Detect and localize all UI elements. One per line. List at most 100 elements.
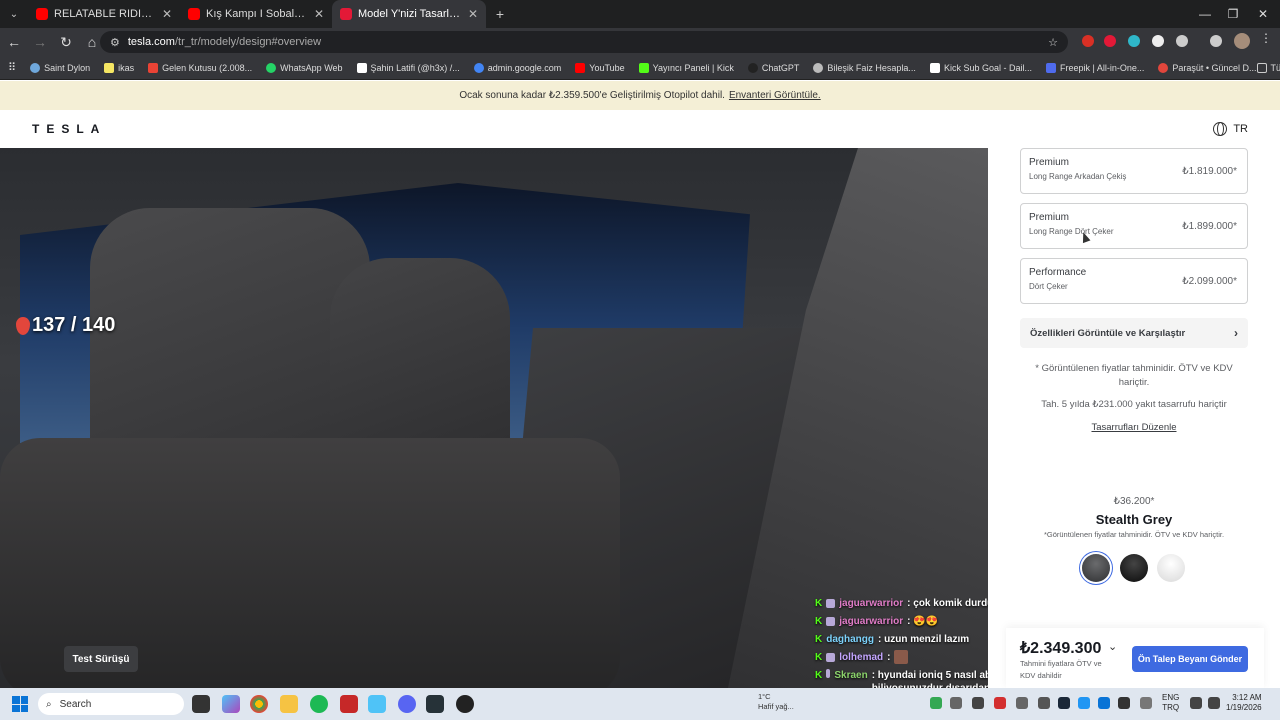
windows-start-icon[interactable] [12,696,28,712]
terminal-icon[interactable] [426,695,444,713]
close-icon[interactable]: ✕ [314,7,324,21]
chevron-up-icon[interactable] [1140,697,1152,709]
tray-icon[interactable] [1098,697,1110,709]
volume-icon[interactable] [1208,697,1220,709]
bookmark-item[interactable]: ChatGPT [747,62,799,73]
all-bookmarks[interactable]: Tüm Yer İşaretleri [1256,62,1280,73]
copilot-icon[interactable] [222,695,240,713]
chevron-down-icon[interactable]: ⌄ [1108,640,1117,653]
color-swatch-white[interactable] [1157,554,1185,582]
test-drive-button[interactable]: Test Sürüşü [64,646,138,672]
reload-icon[interactable]: ↻ [54,30,78,54]
reading-list-icon[interactable] [1210,35,1222,47]
bookmark-item[interactable]: YouTube [575,62,625,73]
close-icon[interactable]: ✕ [468,7,478,21]
total-price[interactable]: ₺2.349.300 [1020,638,1101,658]
close-icon[interactable]: ✕ [162,7,172,21]
site-info-icon[interactable]: ⚙ [110,36,120,49]
stream-counter: 137 / 140 [16,314,115,337]
back-icon[interactable]: ← [2,30,26,54]
chat-username: lolhemad [839,651,884,663]
color-swatch-stealth-grey[interactable] [1082,554,1110,582]
tray-icon[interactable] [1038,697,1050,709]
apps-icon[interactable]: ⠿ [8,61,16,74]
trim-option[interactable]: Premium Long Range Arkadan Çekiş ₺1.819.… [1020,148,1248,194]
trim-option[interactable]: Premium Long Range Dört Çeker ₺1.899.000… [1020,203,1248,249]
tray-icon[interactable] [1078,697,1090,709]
bookmark-item[interactable]: Bileşik Faiz Hesapla... [813,62,916,73]
bookmark-item[interactable]: Saint Dylon [30,62,90,73]
clock[interactable]: 3:12 AM 1/19/2026 [1226,693,1262,713]
extensions-puzzle-icon[interactable] [1176,35,1188,47]
task-view-icon[interactable] [192,695,210,713]
bookmark-label: WhatsApp Web [280,62,343,73]
edit-savings-link[interactable]: Tasarrufları Düzenle [1020,422,1248,433]
forward-icon[interactable]: → [28,30,52,54]
menu-icon[interactable]: ⋮ [1256,31,1276,51]
trim-option[interactable]: Performance Dört Çeker ₺2.099.000* [1020,258,1248,304]
obs-icon[interactable] [456,695,474,713]
language-selector[interactable]: TR [1213,122,1248,136]
chrome-icon[interactable] [250,695,268,713]
tray-icon[interactable] [930,697,942,709]
order-button[interactable]: Ön Talep Beyanı Gönder [1132,646,1248,672]
sub-badge-icon [826,598,836,608]
lang-line2: TRQ [1162,703,1180,712]
location-pin-icon [16,316,30,335]
window-close-icon[interactable]: ✕ [1246,0,1280,28]
tray-icon[interactable] [1016,697,1028,709]
app-icon[interactable] [340,695,358,713]
new-tab-button[interactable]: + [486,0,514,28]
tray-icon[interactable] [1118,697,1130,709]
tray-icon[interactable] [994,697,1006,709]
youtube-icon [188,8,200,20]
inventory-link[interactable]: Envanteri Görüntüle. [729,90,821,101]
tab-search-icon[interactable]: ⌄ [0,0,28,28]
discord-icon[interactable] [398,695,416,713]
steam-icon[interactable] [1058,697,1070,709]
bookmark-item[interactable]: Paraşüt • Güncel D... [1158,62,1257,73]
tab-tesla[interactable]: Model Y'nizi Tasarlayın | Tesla ✕ [332,0,486,28]
sub-badge-icon [826,652,836,662]
bookmark-item[interactable]: Freepik | All-in-One... [1045,62,1144,73]
extension-icon[interactable] [1128,35,1140,47]
price-note: * Görüntülenen fiyatlar tahminidir. ÖTV … [1035,363,1233,388]
tray-icon[interactable] [972,697,984,709]
counter-text: 137 / 140 [32,314,116,336]
extension-icon[interactable] [1152,35,1164,47]
weather-widget[interactable]: 1°C Hafif yağ... [758,692,794,712]
tab-relatable-riding[interactable]: RELATABLE RIDING // Saas-Fee ✕ [28,0,180,28]
address-bar[interactable]: ⚙ tesla.com/tr_tr/modely/design#overview… [100,31,1068,53]
bookmark-item[interactable]: WhatsApp Web [266,62,343,73]
x-icon [356,62,367,73]
bookmark-item[interactable]: admin.google.com [473,62,562,73]
settings-gear-icon[interactable] [368,695,386,713]
tab-kis-kampi[interactable]: Kış Kampı I Sobalı Çadır ve -10 ✕ [180,0,332,28]
compare-features-button[interactable]: Özellikleri Görüntüle ve Karşılaştır › [1020,318,1248,348]
restore-icon[interactable]: ❐ [1216,0,1250,28]
star-icon[interactable]: ☆ [1048,36,1058,49]
taskbar-search[interactable]: ⌕ Search [38,693,184,715]
bookmark-item[interactable]: ikas [104,62,134,73]
tesla-logo[interactable]: TESLA [32,122,106,136]
kick-icon: K [815,670,823,681]
bookmark-item[interactable]: Şahin Latifi (@h3x) /... [356,62,460,73]
trim-price: ₺2.099.000* [1182,276,1237,287]
file-explorer-icon[interactable] [280,695,298,713]
grid-icon [929,62,940,73]
tray-icon[interactable] [950,697,962,709]
bookmark-item[interactable]: Yayıncı Paneli | Kick [638,62,734,73]
input-language[interactable]: ENG TRQ [1162,693,1179,713]
bookmark-item[interactable]: Gelen Kutusu (2.008... [148,62,252,73]
extension-icon[interactable] [1082,35,1094,47]
language-label: TR [1233,123,1248,135]
bookmark-label: admin.google.com [487,62,562,73]
wifi-icon[interactable] [1190,697,1202,709]
bookmark-item[interactable]: Kick Sub Goal - Dail... [929,62,1032,73]
avatar[interactable] [1234,33,1250,49]
color-swatch-black[interactable] [1120,554,1148,582]
taskbar: ⌕ Search 1°C Hafif yağ... ENG TRQ 3:12 A… [0,688,1280,720]
spotify-icon[interactable] [310,695,328,713]
extension-icon[interactable] [1104,35,1116,47]
chevron-right-icon: › [1234,326,1238,340]
